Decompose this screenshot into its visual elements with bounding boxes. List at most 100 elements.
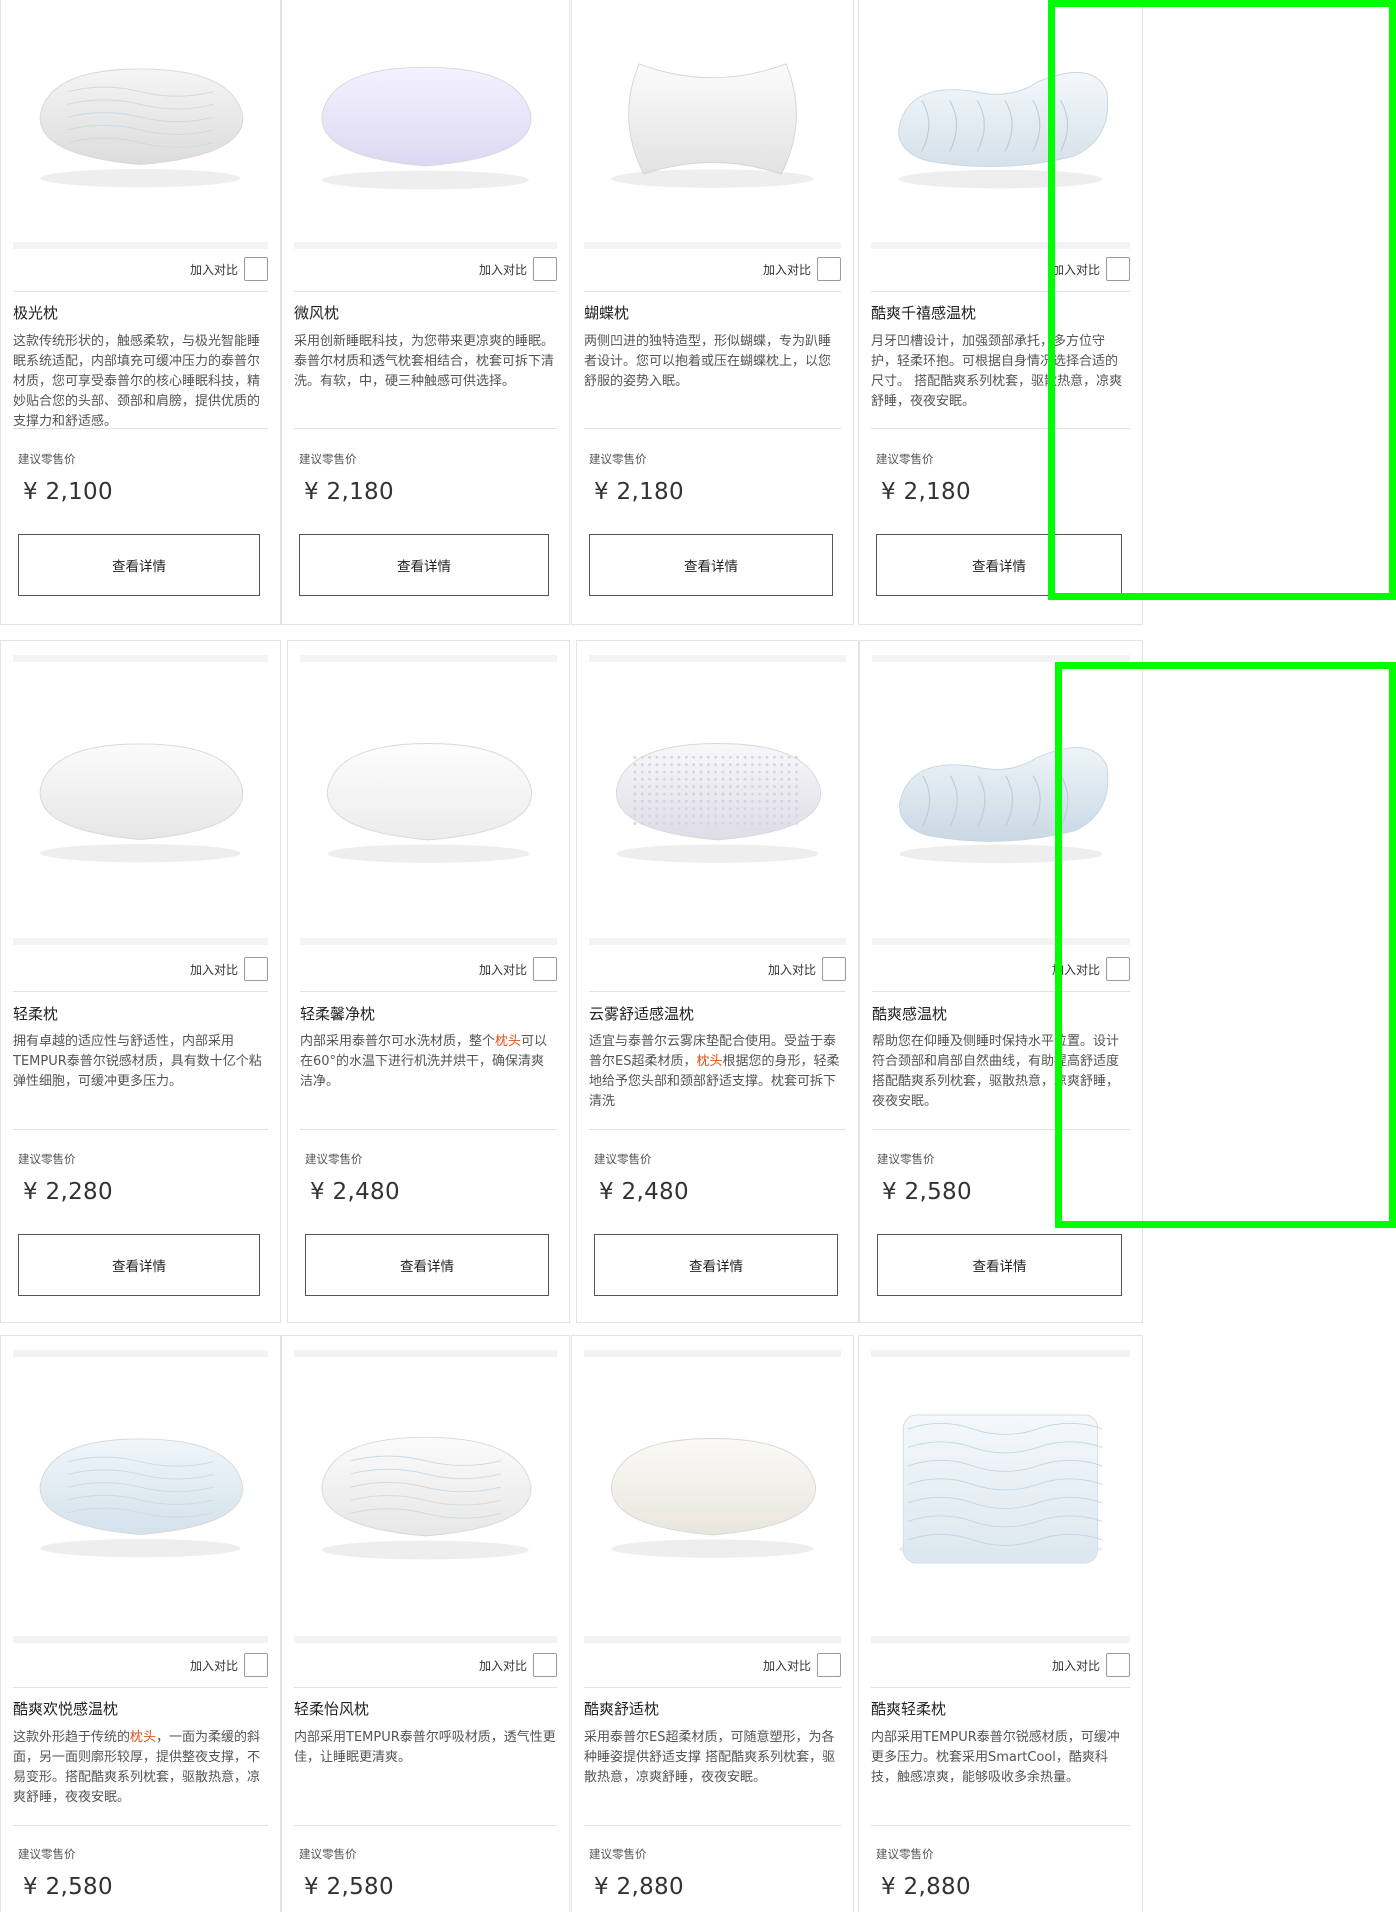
image-bottom-bar bbox=[13, 938, 268, 945]
compare-checkbox[interactable] bbox=[533, 957, 557, 981]
product-name[interactable]: 酷爽轻柔枕 bbox=[871, 1698, 1130, 1719]
butterfly-pillow-image[interactable] bbox=[584, 0, 841, 239]
image-bottom-bar bbox=[294, 1636, 557, 1643]
compare-checkbox[interactable] bbox=[533, 257, 557, 281]
white-soft-pillow-image[interactable] bbox=[13, 649, 268, 939]
compare-checkbox[interactable] bbox=[1106, 1653, 1130, 1677]
product-price: ¥ 2,280 bbox=[23, 1179, 113, 1205]
product-name[interactable]: 酷爽舒适枕 bbox=[584, 1698, 841, 1719]
product-card: 加入对比 蝴蝶枕 两侧凹进的独特造型，形似蝴蝶，专为趴睡者设计。您可以抱着或压在蝴蝶… bbox=[571, 0, 854, 625]
contour-wave-pillow-image[interactable] bbox=[871, 0, 1130, 239]
compare-toggle[interactable]: 加入对比 bbox=[479, 256, 557, 282]
product-price: ¥ 2,180 bbox=[304, 479, 394, 505]
view-details-button[interactable]: 查看详情 bbox=[18, 534, 260, 596]
compare-toggle[interactable]: 加入对比 bbox=[479, 956, 557, 982]
view-details-button[interactable]: 查看详情 bbox=[299, 534, 549, 596]
product-name[interactable]: 酷爽欢悦感温枕 bbox=[13, 1698, 268, 1719]
view-details-button[interactable]: 查看详情 bbox=[594, 1234, 838, 1296]
price-label: 建议零售价 bbox=[305, 1152, 363, 1166]
product-name[interactable]: 酷爽千禧感温枕 bbox=[871, 302, 1130, 323]
divider bbox=[13, 1687, 268, 1688]
compare-label: 加入对比 bbox=[1051, 962, 1100, 977]
product-card: 加入对比 轻柔怡风枕 内部采用TEMPUR泰普尔呼吸材质，透气性更佳，让睡眠更清爽。… bbox=[281, 1335, 570, 1912]
product-price: ¥ 2,480 bbox=[599, 1179, 689, 1205]
product-description: 拥有卓越的适应性与舒适性，内部采用TEMPUR泰普尔锐感材质，具有数十亿个粘弹性… bbox=[13, 1034, 262, 1089]
price-label: 建议零售价 bbox=[589, 452, 647, 466]
lavender-pillow-image[interactable] bbox=[294, 0, 557, 239]
price-label: 建议零售价 bbox=[876, 1847, 934, 1861]
price-label: 建议零售价 bbox=[877, 1152, 935, 1166]
product-name[interactable]: 轻柔馨净枕 bbox=[300, 1003, 557, 1024]
description-text: 内部采用泰普尔可水洗材质，整个 bbox=[300, 1034, 496, 1049]
flat-wave-pillow-image[interactable] bbox=[871, 1344, 1130, 1634]
divider bbox=[871, 1825, 1130, 1826]
compare-toggle[interactable]: 加入对比 bbox=[763, 1652, 841, 1678]
product-price: ¥ 2,580 bbox=[23, 1874, 113, 1900]
compare-toggle[interactable]: 加入对比 bbox=[1052, 256, 1130, 282]
view-details-button[interactable]: 查看详情 bbox=[877, 1234, 1122, 1296]
compare-toggle[interactable]: 加入对比 bbox=[1052, 1652, 1130, 1678]
product-name[interactable]: 蝴蝶枕 bbox=[584, 302, 841, 323]
product-name[interactable]: 轻柔枕 bbox=[13, 1003, 268, 1024]
compare-checkbox[interactable] bbox=[1106, 957, 1130, 981]
compare-checkbox[interactable] bbox=[1106, 257, 1130, 281]
pillow-link[interactable]: 枕头 bbox=[696, 1054, 722, 1069]
compare-toggle[interactable]: 加入对比 bbox=[190, 956, 268, 982]
product-card: 加入对比 云雾舒适感温枕 适宜与泰普尔云雾床垫配合使用。受益于泰普尔ES超柔材质，枕… bbox=[576, 640, 859, 1323]
view-details-button[interactable]: 查看详情 bbox=[876, 534, 1122, 596]
price-label: 建议零售价 bbox=[18, 452, 76, 466]
divider bbox=[300, 991, 557, 992]
white-wave-pillow-image[interactable] bbox=[294, 1344, 557, 1634]
image-top-bar bbox=[871, 1350, 1130, 1357]
compare-toggle[interactable]: 加入对比 bbox=[763, 256, 841, 282]
compare-toggle[interactable]: 加入对比 bbox=[190, 256, 268, 282]
product-card: 加入对比 酷爽舒适枕 采用泰普尔ES超柔材质，可随意塑形，为各种睡姿提供舒适支撑 搭… bbox=[571, 1335, 854, 1912]
compare-checkbox[interactable] bbox=[817, 257, 841, 281]
product-name[interactable]: 微风枕 bbox=[294, 302, 557, 323]
compare-toggle[interactable]: 加入对比 bbox=[479, 1652, 557, 1678]
blue-wave-pillow-image[interactable] bbox=[13, 1344, 268, 1634]
compare-label: 加入对比 bbox=[478, 1658, 527, 1673]
white-plain-pillow-image[interactable] bbox=[300, 649, 557, 939]
compare-toggle[interactable]: 加入对比 bbox=[1052, 956, 1130, 982]
cream-pillow-image[interactable] bbox=[584, 1344, 841, 1634]
compare-toggle[interactable]: 加入对比 bbox=[768, 956, 846, 982]
product-card: 加入对比 酷爽千禧感温枕 月牙凹槽设计，加强颈部承托，多方位守护，轻柔环抱。可根据自… bbox=[858, 0, 1143, 625]
price-label: 建议零售价 bbox=[18, 1847, 76, 1861]
product-name[interactable]: 轻柔怡风枕 bbox=[294, 1698, 557, 1719]
compare-label: 加入对比 bbox=[189, 262, 238, 277]
divider bbox=[13, 1825, 268, 1826]
view-details-button[interactable]: 查看详情 bbox=[305, 1234, 549, 1296]
mesh-pillow-image[interactable] bbox=[589, 649, 846, 939]
compare-checkbox[interactable] bbox=[822, 957, 846, 981]
compare-checkbox[interactable] bbox=[817, 1653, 841, 1677]
product-card: 加入对比轻柔枕拥有卓越的适应性与舒适性，内部采用TEMPUR泰普尔锐感材质，具有… bbox=[0, 640, 281, 1323]
product-name[interactable]: 云雾舒适感温枕 bbox=[589, 1003, 846, 1024]
product-description: 帮助您在仰睡及侧睡时保持水平位置。设计符合颈部和肩部自然曲线，有助提高舒适度 搭… bbox=[872, 1034, 1120, 1109]
compare-checkbox[interactable] bbox=[244, 957, 268, 981]
divider bbox=[589, 991, 846, 992]
compare-checkbox[interactable] bbox=[533, 1653, 557, 1677]
product-card: 加入对比 微风枕 采用创新睡眠科技，为您带来更凉爽的睡眠。泰普尔材质和透气枕套相结合… bbox=[281, 0, 570, 625]
compare-toggle[interactable]: 加入对比 bbox=[190, 1652, 268, 1678]
image-bottom-bar bbox=[294, 242, 557, 249]
pillow-link[interactable]: 枕头 bbox=[130, 1730, 156, 1745]
soft-grey-pillow-image[interactable] bbox=[13, 0, 268, 239]
divider bbox=[294, 1825, 557, 1826]
compare-label: 加入对比 bbox=[762, 262, 811, 277]
product-name[interactable]: 极光枕 bbox=[13, 302, 268, 323]
divider bbox=[13, 428, 268, 429]
view-details-button[interactable]: 查看详情 bbox=[18, 1234, 260, 1296]
contour-blue-pillow-image[interactable] bbox=[872, 649, 1130, 939]
product-name[interactable]: 酷爽感温枕 bbox=[872, 1003, 1130, 1024]
divider bbox=[584, 1825, 841, 1826]
image-top-bar bbox=[300, 655, 557, 662]
view-details-button[interactable]: 查看详情 bbox=[589, 534, 833, 596]
image-bottom-bar bbox=[300, 938, 557, 945]
compare-checkbox[interactable] bbox=[244, 1653, 268, 1677]
product-price: ¥ 2,180 bbox=[594, 479, 684, 505]
divider bbox=[584, 428, 841, 429]
pillow-link[interactable]: 枕头 bbox=[495, 1034, 521, 1049]
product-price: ¥ 2,480 bbox=[310, 1179, 400, 1205]
compare-checkbox[interactable] bbox=[244, 257, 268, 281]
